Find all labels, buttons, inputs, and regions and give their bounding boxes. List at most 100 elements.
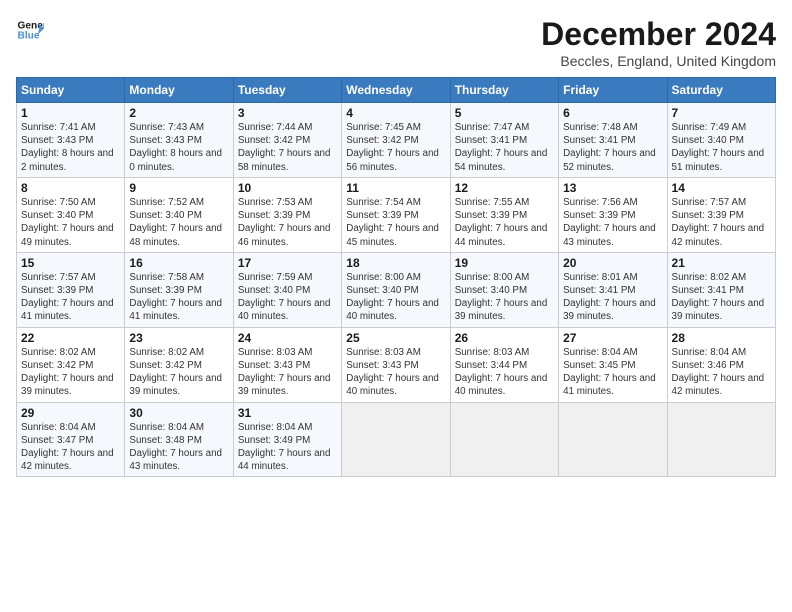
- day-number: 11: [346, 181, 445, 195]
- day-info: Sunrise: 7:41 AMSunset: 3:43 PMDaylight:…: [21, 121, 120, 174]
- calendar-week-1: 1 Sunrise: 7:41 AMSunset: 3:43 PMDayligh…: [17, 103, 776, 178]
- day-info: Sunrise: 7:44 AMSunset: 3:42 PMDaylight:…: [238, 121, 337, 174]
- day-info: Sunrise: 8:01 AMSunset: 3:41 PMDaylight:…: [563, 271, 662, 324]
- day-info: Sunrise: 8:02 AMSunset: 3:41 PMDaylight:…: [672, 271, 771, 324]
- day-number: 1: [21, 106, 120, 120]
- calendar-cell: [559, 402, 667, 477]
- day-info: Sunrise: 7:54 AMSunset: 3:39 PMDaylight:…: [346, 196, 445, 249]
- page: General Blue December 2024 Beccles, Engl…: [0, 0, 792, 612]
- calendar: Sunday Monday Tuesday Wednesday Thursday…: [16, 77, 776, 477]
- day-info: Sunrise: 7:49 AMSunset: 3:40 PMDaylight:…: [672, 121, 771, 174]
- calendar-cell: 30 Sunrise: 8:04 AMSunset: 3:48 PMDaylig…: [125, 402, 233, 477]
- calendar-week-4: 22 Sunrise: 8:02 AMSunset: 3:42 PMDaylig…: [17, 327, 776, 402]
- day-number: 5: [455, 106, 554, 120]
- day-info: Sunrise: 7:59 AMSunset: 3:40 PMDaylight:…: [238, 271, 337, 324]
- day-info: Sunrise: 7:52 AMSunset: 3:40 PMDaylight:…: [129, 196, 228, 249]
- calendar-cell: 26 Sunrise: 8:03 AMSunset: 3:44 PMDaylig…: [450, 327, 558, 402]
- calendar-cell: 27 Sunrise: 8:04 AMSunset: 3:45 PMDaylig…: [559, 327, 667, 402]
- col-wednesday: Wednesday: [342, 78, 450, 103]
- calendar-week-3: 15 Sunrise: 7:57 AMSunset: 3:39 PMDaylig…: [17, 252, 776, 327]
- day-info: Sunrise: 8:04 AMSunset: 3:45 PMDaylight:…: [563, 346, 662, 399]
- day-info: Sunrise: 8:02 AMSunset: 3:42 PMDaylight:…: [129, 346, 228, 399]
- logo: General Blue: [16, 16, 44, 44]
- calendar-cell: 24 Sunrise: 8:03 AMSunset: 3:43 PMDaylig…: [233, 327, 341, 402]
- calendar-cell: 9 Sunrise: 7:52 AMSunset: 3:40 PMDayligh…: [125, 177, 233, 252]
- title-block: December 2024 Beccles, England, United K…: [541, 16, 776, 69]
- day-info: Sunrise: 7:45 AMSunset: 3:42 PMDaylight:…: [346, 121, 445, 174]
- day-number: 29: [21, 406, 120, 420]
- day-number: 24: [238, 331, 337, 345]
- day-info: Sunrise: 8:02 AMSunset: 3:42 PMDaylight:…: [21, 346, 120, 399]
- logo-icon: General Blue: [16, 16, 44, 44]
- day-number: 16: [129, 256, 228, 270]
- calendar-cell: 4 Sunrise: 7:45 AMSunset: 3:42 PMDayligh…: [342, 103, 450, 178]
- day-info: Sunrise: 7:43 AMSunset: 3:43 PMDaylight:…: [129, 121, 228, 174]
- calendar-header-row: Sunday Monday Tuesday Wednesday Thursday…: [17, 78, 776, 103]
- day-info: Sunrise: 8:03 AMSunset: 3:43 PMDaylight:…: [238, 346, 337, 399]
- day-number: 20: [563, 256, 662, 270]
- col-saturday: Saturday: [667, 78, 775, 103]
- day-number: 19: [455, 256, 554, 270]
- calendar-cell: 18 Sunrise: 8:00 AMSunset: 3:40 PMDaylig…: [342, 252, 450, 327]
- day-info: Sunrise: 8:00 AMSunset: 3:40 PMDaylight:…: [346, 271, 445, 324]
- day-number: 30: [129, 406, 228, 420]
- day-number: 21: [672, 256, 771, 270]
- day-info: Sunrise: 8:03 AMSunset: 3:44 PMDaylight:…: [455, 346, 554, 399]
- day-info: Sunrise: 8:03 AMSunset: 3:43 PMDaylight:…: [346, 346, 445, 399]
- day-number: 23: [129, 331, 228, 345]
- day-info: Sunrise: 8:04 AMSunset: 3:47 PMDaylight:…: [21, 421, 120, 474]
- day-number: 13: [563, 181, 662, 195]
- col-thursday: Thursday: [450, 78, 558, 103]
- day-info: Sunrise: 7:57 AMSunset: 3:39 PMDaylight:…: [21, 271, 120, 324]
- col-monday: Monday: [125, 78, 233, 103]
- day-number: 22: [21, 331, 120, 345]
- calendar-cell: 1 Sunrise: 7:41 AMSunset: 3:43 PMDayligh…: [17, 103, 125, 178]
- day-info: Sunrise: 7:50 AMSunset: 3:40 PMDaylight:…: [21, 196, 120, 249]
- calendar-cell: 5 Sunrise: 7:47 AMSunset: 3:41 PMDayligh…: [450, 103, 558, 178]
- calendar-cell: 25 Sunrise: 8:03 AMSunset: 3:43 PMDaylig…: [342, 327, 450, 402]
- calendar-cell: 13 Sunrise: 7:56 AMSunset: 3:39 PMDaylig…: [559, 177, 667, 252]
- day-info: Sunrise: 8:00 AMSunset: 3:40 PMDaylight:…: [455, 271, 554, 324]
- calendar-cell: 17 Sunrise: 7:59 AMSunset: 3:40 PMDaylig…: [233, 252, 341, 327]
- day-info: Sunrise: 8:04 AMSunset: 3:48 PMDaylight:…: [129, 421, 228, 474]
- calendar-week-2: 8 Sunrise: 7:50 AMSunset: 3:40 PMDayligh…: [17, 177, 776, 252]
- day-info: Sunrise: 7:57 AMSunset: 3:39 PMDaylight:…: [672, 196, 771, 249]
- day-number: 15: [21, 256, 120, 270]
- calendar-cell: 3 Sunrise: 7:44 AMSunset: 3:42 PMDayligh…: [233, 103, 341, 178]
- col-tuesday: Tuesday: [233, 78, 341, 103]
- day-info: Sunrise: 7:58 AMSunset: 3:39 PMDaylight:…: [129, 271, 228, 324]
- day-number: 27: [563, 331, 662, 345]
- day-number: 25: [346, 331, 445, 345]
- day-number: 4: [346, 106, 445, 120]
- calendar-cell: 6 Sunrise: 7:48 AMSunset: 3:41 PMDayligh…: [559, 103, 667, 178]
- header: General Blue December 2024 Beccles, Engl…: [16, 16, 776, 69]
- month-title: December 2024: [541, 16, 776, 53]
- day-number: 10: [238, 181, 337, 195]
- calendar-cell: 2 Sunrise: 7:43 AMSunset: 3:43 PMDayligh…: [125, 103, 233, 178]
- calendar-cell: 20 Sunrise: 8:01 AMSunset: 3:41 PMDaylig…: [559, 252, 667, 327]
- day-number: 31: [238, 406, 337, 420]
- calendar-cell: 12 Sunrise: 7:55 AMSunset: 3:39 PMDaylig…: [450, 177, 558, 252]
- day-number: 6: [563, 106, 662, 120]
- calendar-cell: 22 Sunrise: 8:02 AMSunset: 3:42 PMDaylig…: [17, 327, 125, 402]
- day-number: 18: [346, 256, 445, 270]
- calendar-cell: 11 Sunrise: 7:54 AMSunset: 3:39 PMDaylig…: [342, 177, 450, 252]
- day-number: 26: [455, 331, 554, 345]
- calendar-cell: 7 Sunrise: 7:49 AMSunset: 3:40 PMDayligh…: [667, 103, 775, 178]
- svg-text:Blue: Blue: [18, 31, 40, 42]
- day-number: 9: [129, 181, 228, 195]
- calendar-cell: 23 Sunrise: 8:02 AMSunset: 3:42 PMDaylig…: [125, 327, 233, 402]
- day-info: Sunrise: 8:04 AMSunset: 3:46 PMDaylight:…: [672, 346, 771, 399]
- calendar-cell: 31 Sunrise: 8:04 AMSunset: 3:49 PMDaylig…: [233, 402, 341, 477]
- calendar-cell: 8 Sunrise: 7:50 AMSunset: 3:40 PMDayligh…: [17, 177, 125, 252]
- calendar-cell: 19 Sunrise: 8:00 AMSunset: 3:40 PMDaylig…: [450, 252, 558, 327]
- day-info: Sunrise: 7:53 AMSunset: 3:39 PMDaylight:…: [238, 196, 337, 249]
- calendar-cell: 14 Sunrise: 7:57 AMSunset: 3:39 PMDaylig…: [667, 177, 775, 252]
- day-info: Sunrise: 7:47 AMSunset: 3:41 PMDaylight:…: [455, 121, 554, 174]
- day-info: Sunrise: 7:48 AMSunset: 3:41 PMDaylight:…: [563, 121, 662, 174]
- day-number: 17: [238, 256, 337, 270]
- calendar-week-5: 29 Sunrise: 8:04 AMSunset: 3:47 PMDaylig…: [17, 402, 776, 477]
- day-number: 3: [238, 106, 337, 120]
- calendar-cell: [342, 402, 450, 477]
- calendar-cell: [450, 402, 558, 477]
